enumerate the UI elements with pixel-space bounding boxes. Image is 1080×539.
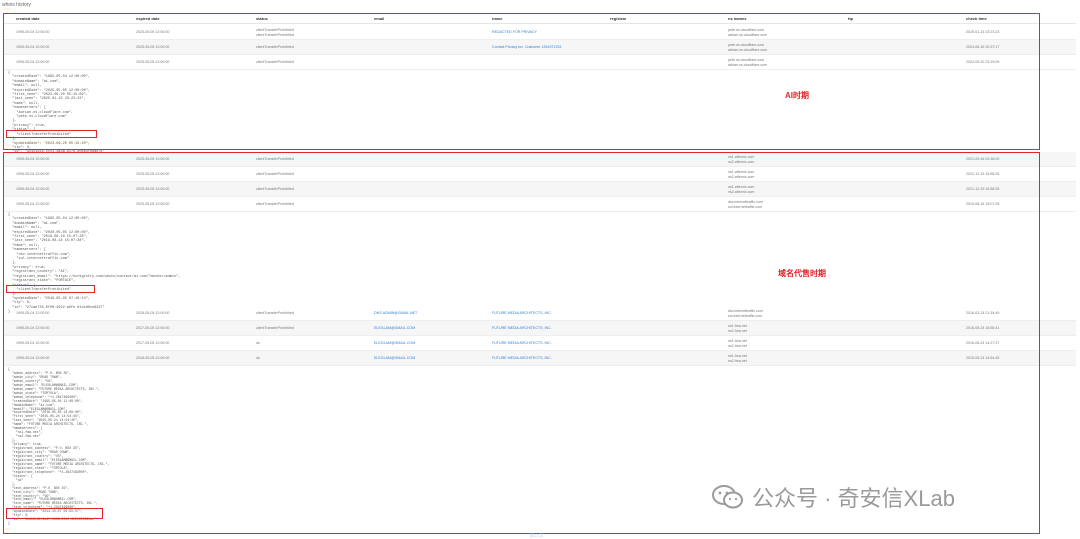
ai-period-label: AI时期 bbox=[785, 91, 809, 100]
broker-period-label: 域名代售时期 bbox=[778, 269, 826, 278]
updated-date-highlight bbox=[6, 508, 103, 519]
ai-period-box bbox=[3, 13, 1040, 150]
watermark-text: 公众号 · 奇安信XLab bbox=[752, 486, 955, 511]
wechat-icon bbox=[712, 485, 743, 509]
updated-date-highlight bbox=[6, 285, 95, 293]
broker-period-box bbox=[3, 152, 1040, 534]
updated-date-highlight bbox=[6, 130, 97, 138]
watermark: 公众号 · 奇安信XLab bbox=[712, 481, 955, 513]
page-footer: 第1/1页 bbox=[530, 533, 544, 538]
page-title: whois history bbox=[2, 2, 31, 8]
